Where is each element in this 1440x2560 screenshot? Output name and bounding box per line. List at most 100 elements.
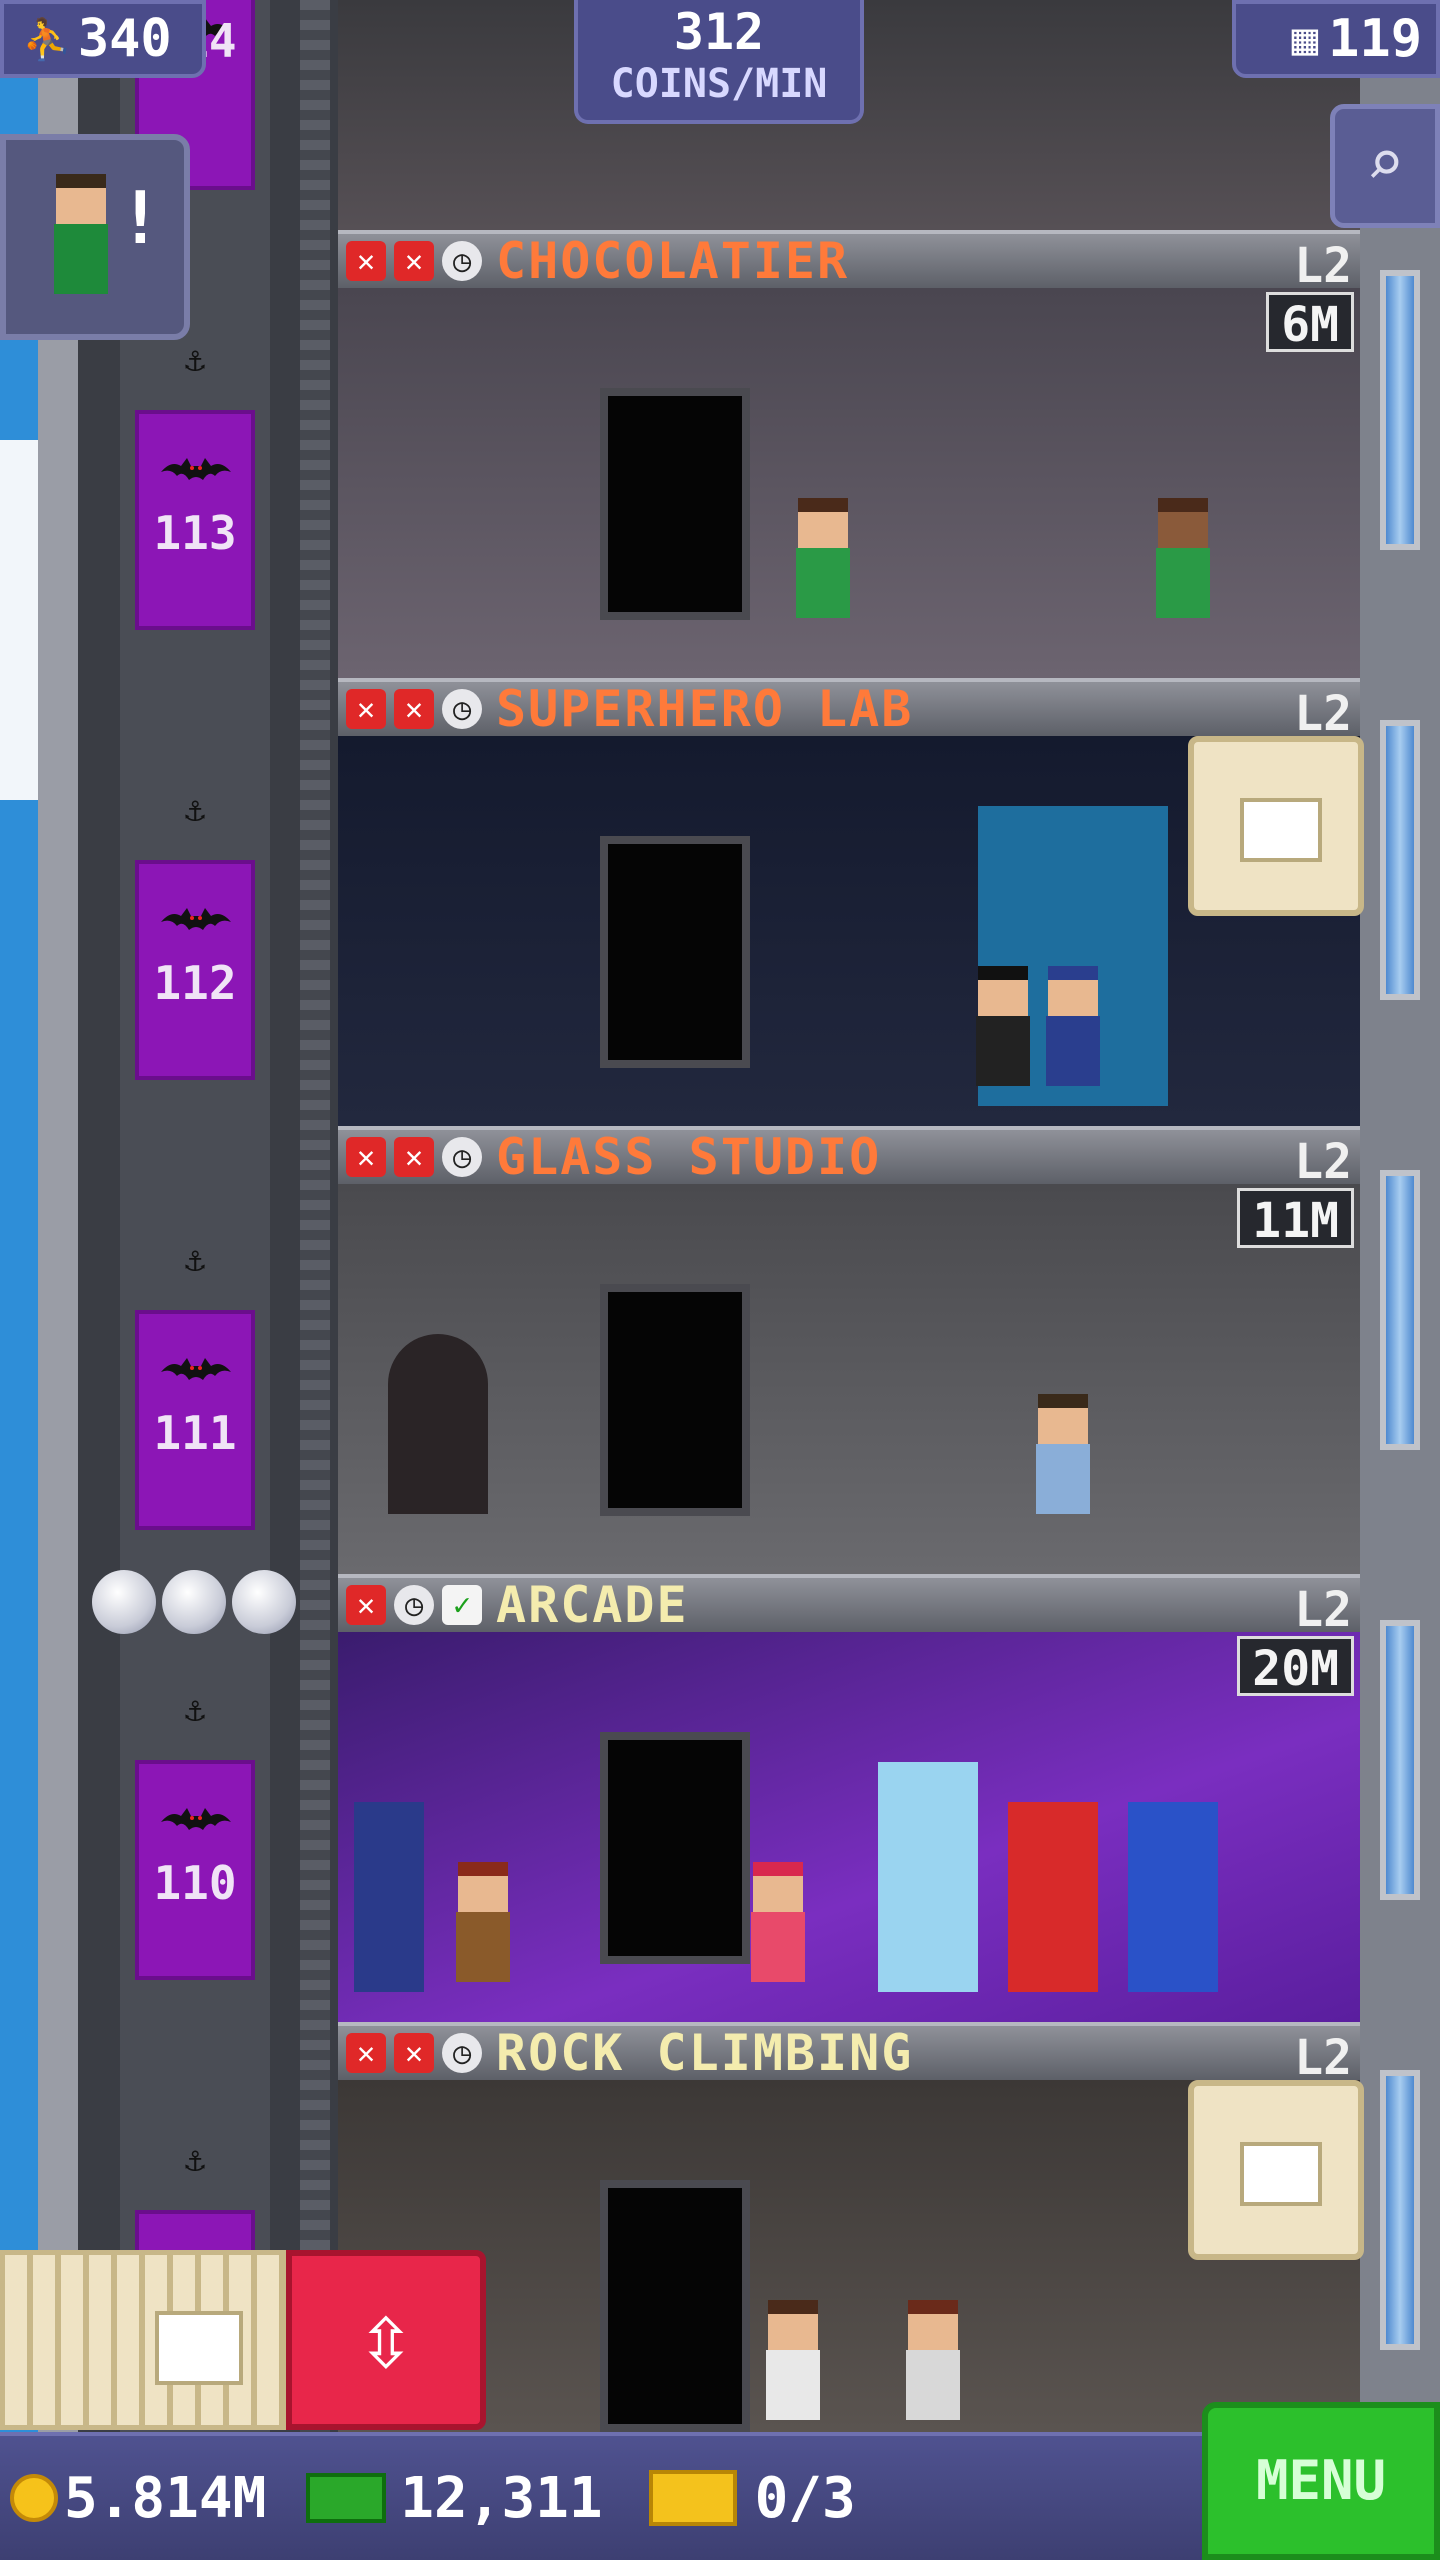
x-icon: ✕ xyxy=(346,1585,386,1625)
cloud xyxy=(0,440,38,800)
room-door xyxy=(600,1732,750,1964)
floor-superhero-lab[interactable]: ✕ ✕ ◷ SUPERHERO LAB L2 xyxy=(338,678,1364,1126)
build-floor-button[interactable] xyxy=(0,2250,290,2430)
restock-button[interactable] xyxy=(1188,736,1364,916)
tenant xyxy=(898,2300,968,2420)
tenant xyxy=(743,1862,813,1982)
stock-label: 6M xyxy=(1266,292,1354,353)
anchor-icon: ⚓ xyxy=(184,1690,206,1730)
bat-icon xyxy=(161,1358,231,1380)
bottom-controls: ⇳ xyxy=(0,2250,490,2430)
coins-per-min: 312 COINS/MIN xyxy=(574,0,864,124)
floor-header: ✕ ✕ ◷ ROCK CLIMBING L2 xyxy=(338,2022,1360,2086)
elevator-floor-number: 112 xyxy=(153,956,237,1010)
arcade-cabinet xyxy=(354,1802,424,1992)
tickets-value: 0/3 xyxy=(754,2465,856,2531)
crate-icon xyxy=(155,2311,243,2385)
room-door xyxy=(600,388,750,620)
anchor-icon: ⚓ xyxy=(184,790,206,830)
restock-button[interactable] xyxy=(1188,2080,1364,2260)
elevator-door-111[interactable]: 111 xyxy=(135,1310,255,1530)
room-scene xyxy=(338,1184,1360,1574)
floor-name: ARCADE xyxy=(496,1576,689,1634)
search-icon: ⌕ xyxy=(1365,127,1405,201)
population-value: 340 xyxy=(77,9,172,69)
star-icon xyxy=(232,1570,296,1634)
elevator-rail xyxy=(300,0,330,2560)
clock-icon: ◷ xyxy=(442,689,482,729)
clock-icon: ◷ xyxy=(442,1137,482,1177)
floors-icon: ▦ xyxy=(1291,13,1319,65)
search-button[interactable]: ⌕ xyxy=(1330,104,1440,228)
room-scene xyxy=(338,1632,1360,2022)
elevator-door-112[interactable]: 112 xyxy=(135,860,255,1080)
tenant xyxy=(968,966,1038,1086)
x-icon: ✕ xyxy=(346,241,386,281)
clock-icon: ◷ xyxy=(442,241,482,281)
coins-per-min-value: 312 xyxy=(673,3,765,61)
ticket-icon xyxy=(648,2470,737,2526)
anchor-icon: ⚓ xyxy=(184,340,206,380)
menu-button[interactable]: MENU xyxy=(1202,2402,1440,2560)
elevator-floor-number: 113 xyxy=(153,506,237,560)
tower-edge xyxy=(38,0,78,2560)
population-counter[interactable]: ⛹ 340 xyxy=(0,0,206,78)
floor-level: L2 xyxy=(1294,1134,1352,1190)
alert-icon: ! xyxy=(118,176,162,260)
tenant xyxy=(1038,966,1108,1086)
bat-icon xyxy=(161,458,231,480)
floor-name: SUPERHERO LAB xyxy=(496,680,914,738)
floor-level: L2 xyxy=(1294,1582,1352,1638)
stock-label: 11M xyxy=(1237,1188,1354,1249)
tenant xyxy=(758,2300,828,2420)
coin-icon xyxy=(10,2474,58,2522)
clock-icon: ◷ xyxy=(394,1585,434,1625)
bux-value: 12,311 xyxy=(400,2465,603,2531)
floor-name: ROCK CLIMBING xyxy=(496,2024,914,2082)
room-door xyxy=(600,1284,750,1516)
visitor-notification-button[interactable]: ! xyxy=(0,134,190,340)
elevator-door-110[interactable]: 110 xyxy=(135,1760,255,1980)
population-icon: ⛹ xyxy=(22,16,72,63)
anchor-icon: ⚓ xyxy=(184,1240,206,1280)
up-down-arrow-icon: ⇳ xyxy=(357,2280,415,2392)
arcade-cabinet xyxy=(1128,1802,1218,1992)
x-icon: ✕ xyxy=(394,2033,434,2073)
tower-window xyxy=(1380,1620,1420,1900)
clock-icon: ◷ xyxy=(442,2033,482,2073)
visitor-avatar xyxy=(46,174,116,294)
elevator-floor-number: 110 xyxy=(153,1856,237,1910)
elevator-floor-number: 111 xyxy=(153,1406,237,1460)
coins-per-min-label: COINS/MIN xyxy=(610,61,828,107)
check-icon: ✓ xyxy=(442,1585,482,1625)
floor-header: ✕ ✕ ◷ CHOCOLATIER L2 xyxy=(338,230,1360,294)
floor-level: L2 xyxy=(1294,2030,1352,2086)
floor-chocolatier[interactable]: ✕ ✕ ◷ CHOCOLATIER L2 6M xyxy=(338,230,1360,678)
tower-window xyxy=(1380,270,1420,550)
elevator-button[interactable]: ⇳ xyxy=(286,2250,486,2430)
x-icon: ✕ xyxy=(394,241,434,281)
tower-window xyxy=(1380,2070,1420,2350)
star-icon xyxy=(92,1570,156,1634)
claw-machine xyxy=(878,1762,978,1992)
coins-value: 5.814M xyxy=(64,2465,267,2531)
floor-header: ✕ ✕ ◷ SUPERHERO LAB L2 xyxy=(338,678,1360,742)
stock-label: 20M xyxy=(1237,1636,1354,1697)
room-door xyxy=(600,2180,750,2432)
x-icon: ✕ xyxy=(346,2033,386,2073)
x-icon: ✕ xyxy=(394,689,434,729)
kiln xyxy=(388,1334,488,1514)
bux-icon xyxy=(306,2473,387,2523)
floor-header: ✕ ✕ ◷ GLASS STUDIO L2 xyxy=(338,1126,1360,1190)
room-scene xyxy=(338,288,1360,678)
floor-glass-studio[interactable]: ✕ ✕ ◷ GLASS STUDIO L2 11M xyxy=(338,1126,1360,1574)
x-icon: ✕ xyxy=(346,1137,386,1177)
crate-icon xyxy=(1240,798,1322,862)
star-icon xyxy=(162,1570,226,1634)
floor-count-value: 119 xyxy=(1328,9,1422,69)
floor-rock-climbing[interactable]: ✕ ✕ ◷ ROCK CLIMBING L2 xyxy=(338,2022,1364,2470)
floor-counter[interactable]: ▦ 119 xyxy=(1232,0,1440,78)
tenant xyxy=(1148,498,1218,618)
elevator-door-113[interactable]: 113 xyxy=(135,410,255,630)
floor-arcade[interactable]: ✕ ◷ ✓ ARCADE L2 20M xyxy=(338,1574,1360,2022)
